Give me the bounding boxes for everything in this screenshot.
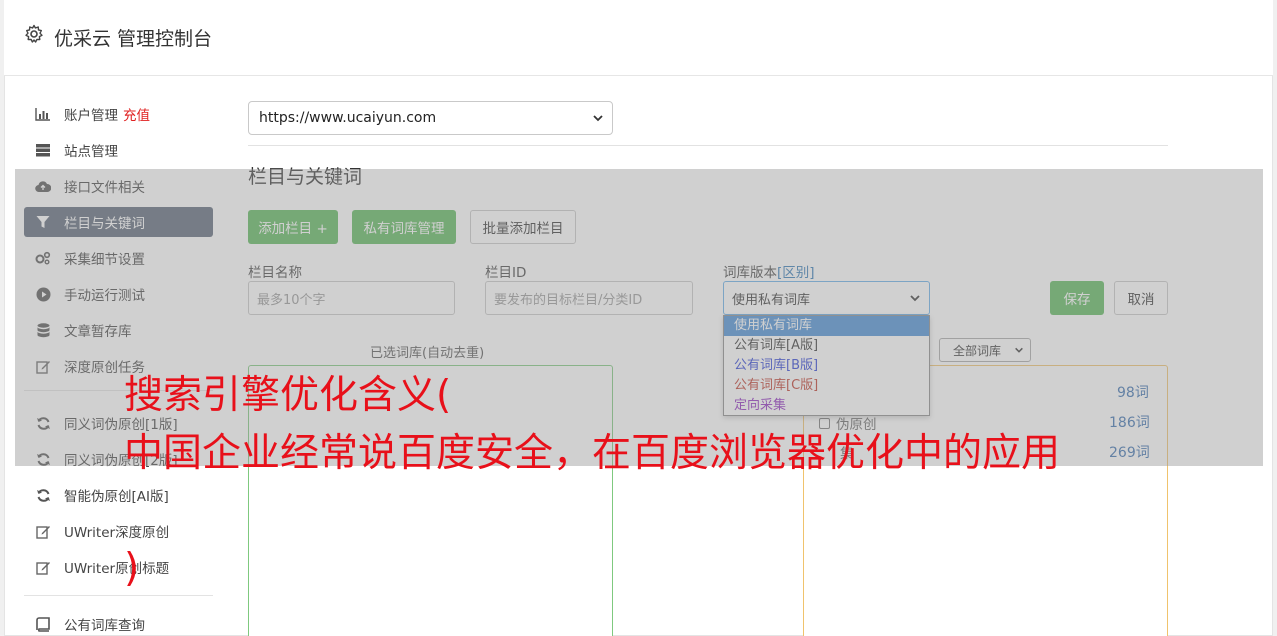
app-title: 优采云 管理控制台 [54, 28, 213, 50]
sidebar-item-label: UWriter原创标题 [64, 561, 170, 577]
divider [248, 145, 1168, 146]
overlay-headline-line2: 中国企业经常说百度安全，在百度浏览器优化中的应用 [124, 431, 1061, 476]
sidebar-item-uwriter-title[interactable]: UWriter原创标题 [24, 552, 213, 582]
header: 优采云 管理控制台 [4, 0, 1273, 76]
sidebar-divider [24, 595, 213, 596]
sidebar-item-label: 账户管理 [64, 108, 118, 124]
sidebar-item-sites[interactable]: 站点管理 [24, 135, 213, 165]
sidebar-item-label: 站点管理 [64, 144, 118, 160]
bar-chart-icon [35, 106, 51, 122]
refresh-icon [35, 487, 51, 503]
recharge-link[interactable]: 充值 [123, 104, 150, 124]
sidebar-item-uwriter-deep[interactable]: UWriter深度原创 [24, 516, 213, 546]
overlay-headline-line1: 搜索引擎优化含义( [124, 373, 452, 418]
edit-icon [35, 523, 51, 539]
book-icon [35, 616, 51, 632]
sidebar-item-account[interactable]: 账户管理 充值 [24, 99, 213, 129]
server-icon [35, 142, 51, 158]
sidebar-item-label: 智能伪原创[AI版] [64, 489, 169, 505]
edit-icon [35, 559, 51, 575]
gray-overlay [15, 169, 1263, 466]
sidebar-item-label: 公有词库查询 [64, 618, 145, 634]
sidebar-item-ai-rewrite[interactable]: 智能伪原创[AI版] [24, 480, 213, 510]
gear-icon [25, 24, 43, 43]
chevron-down-icon [593, 115, 603, 122]
sidebar-item-public-lib-query[interactable]: 公有词库查询 [24, 609, 213, 636]
site-select[interactable]: https://www.ucaiyun.com [248, 101, 613, 135]
site-select-value: https://www.ucaiyun.com [259, 110, 437, 126]
sidebar-item-label: UWriter深度原创 [64, 525, 170, 541]
overlay-headline-line3: ) [124, 546, 140, 591]
